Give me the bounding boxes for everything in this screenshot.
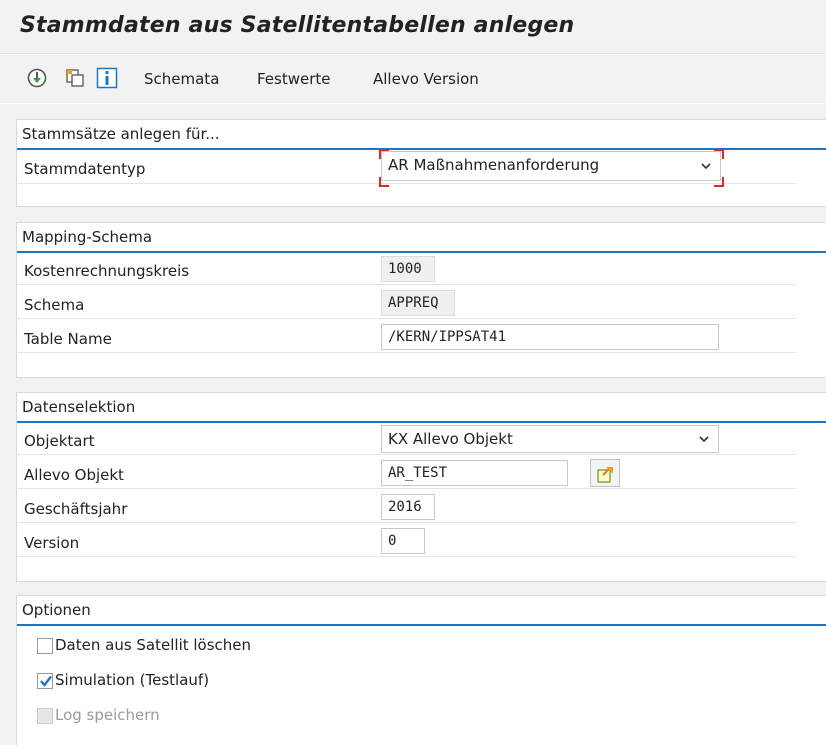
group-title: Optionen [22,601,91,619]
simulation-checkbox[interactable] [37,673,53,689]
required-marker [379,149,389,159]
kostenrechnungskreis-field: 1000 [381,256,435,282]
menu-allevo-version[interactable]: Allevo Version [373,70,479,88]
geschaeftsjahr-field[interactable]: 2016 [381,494,435,520]
schema-label: Schema [24,296,85,314]
page-title: Stammdaten aus Satellitentabellen anlege… [20,13,575,38]
menu-schemata[interactable]: Schemata [144,70,219,88]
stammdatentyp-select[interactable]: AR Maßnahmenanforderung [381,151,721,181]
group-title: Mapping-Schema [22,228,153,246]
copy-icon[interactable] [64,67,86,89]
group-title: Stammsätze anlegen für... [22,125,220,143]
value-help-icon [597,467,613,483]
value-help-button[interactable] [590,459,620,487]
chevron-down-icon [701,163,711,170]
group-header: Datenselektion [17,393,826,423]
objektart-value: KX Allevo Objekt [388,430,513,448]
delete-satellite-label: Daten aus Satellit löschen [55,636,252,654]
simulation-label: Simulation (Testlauf) [55,671,210,689]
required-marker [714,149,724,159]
required-marker [714,177,724,187]
geschaeftsjahr-label: Geschäftsjahr [24,500,128,518]
log-save-label: Log speichern [55,706,160,724]
table-name-label: Table Name [24,330,112,348]
info-icon[interactable] [96,67,118,89]
stammdatentyp-value: AR Maßnahmenanforderung [388,156,600,174]
delete-satellite-checkbox[interactable] [37,638,53,654]
allevo-objekt-field[interactable]: AR_TEST [381,460,568,486]
version-field[interactable]: 0 [381,528,425,554]
checkmark-icon [40,675,52,687]
group-header: Optionen [17,596,826,626]
stammdatentyp-label: Stammdatentyp [24,160,146,178]
kostenrechnungskreis-label: Kostenrechnungskreis [24,262,190,280]
objektart-label: Objektart [24,432,95,450]
log-save-checkbox [37,708,53,724]
title-bar: Stammdaten aus Satellitentabellen anlege… [0,0,826,54]
menu-festwerte[interactable]: Festwerte [257,70,331,88]
version-label: Version [24,534,80,552]
execute-icon[interactable] [26,67,48,89]
table-name-field[interactable]: /KERN/IPPSAT41 [381,324,719,350]
schema-field: APPREQ [381,290,455,316]
group-header: Stammsätze anlegen für... [17,120,826,150]
chevron-down-icon [699,436,709,443]
objektart-select[interactable]: KX Allevo Objekt [381,425,719,453]
group-header: Mapping-Schema [17,223,826,253]
required-marker [379,177,389,187]
application-toolbar: Schemata Festwerte Allevo Version [0,55,826,103]
allevo-objekt-label: Allevo Objekt [24,466,124,484]
group-title: Datenselektion [22,398,136,416]
